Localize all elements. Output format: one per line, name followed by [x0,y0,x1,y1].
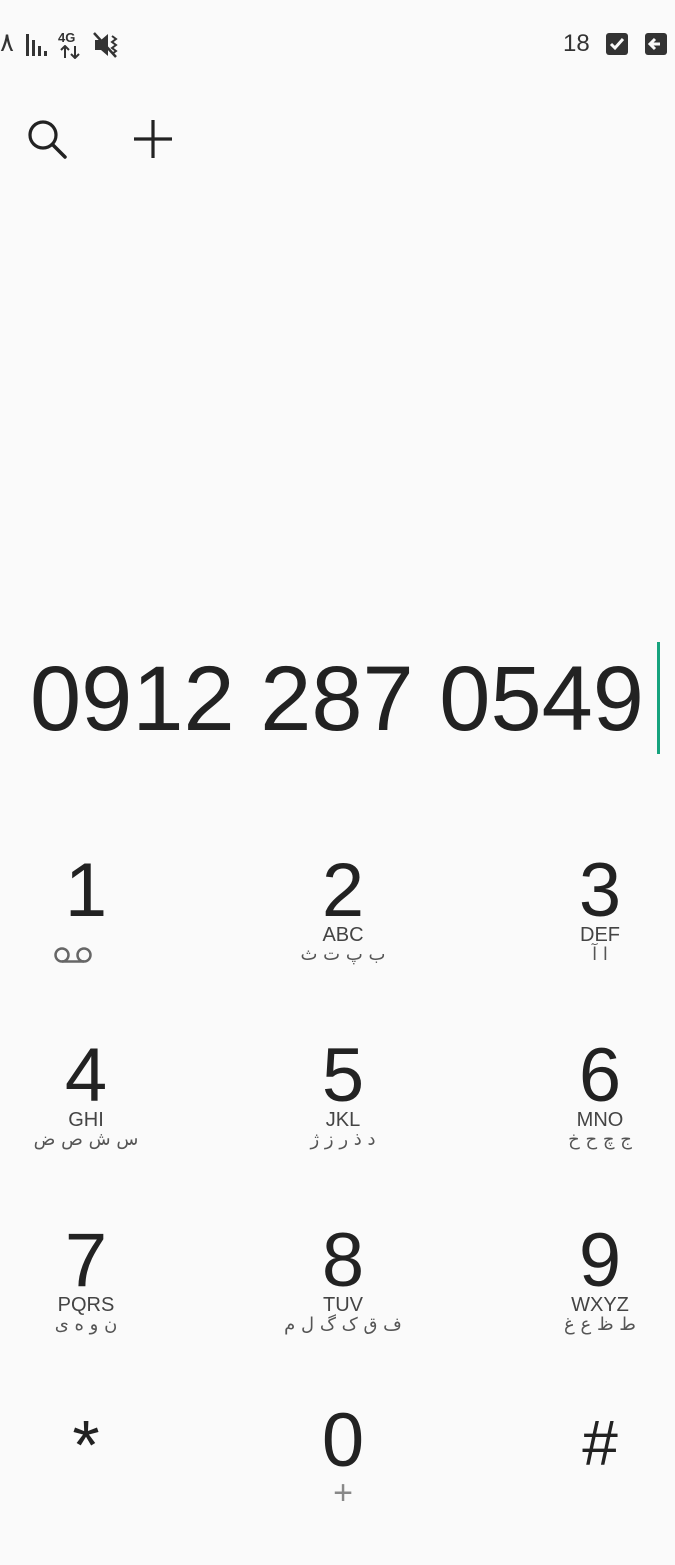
key-9[interactable]: 9 WXYZ ط ظ ع غ [500,1215,675,1385]
key-persian-letters: ط ظ ع غ [564,1314,636,1335]
checkbox-notification-icon [606,33,628,55]
key-digit: # [582,1407,618,1479]
key-3[interactable]: 3 DEF ا آ [500,845,675,1015]
battery-level: 18 [563,30,590,57]
key-persian-letters: س ش ص ض [33,1129,139,1150]
data-arrows-icon [60,45,80,59]
status-time: ٨ [0,28,14,58]
key-persian-letters: د ذ ر ز ژ [310,1129,376,1150]
mobile-data-icon: 4G [58,30,84,60]
key-0[interactable]: 0 + [243,1395,443,1565]
status-bar: ٨ 4G 18 [0,0,675,90]
key-8[interactable]: 8 TUV ف ق ک گ ل م [243,1215,443,1385]
plus-icon [134,120,172,158]
search-icon [28,120,67,159]
key-persian-letters: ا آ [592,944,608,965]
key-persian-letters: ج چ ح خ [568,1129,632,1150]
key-persian-letters: ف ق ک گ ل م [284,1314,402,1335]
vibrate-mute-icon [93,32,118,58]
network-type-label: 4G [58,30,76,45]
dial-keypad: 1 2 ABC ب پ ت ث 3 DEF ا آ 4 GHI س ش ص ض … [0,845,675,1512]
key-persian-letters: ب پ ت ث [300,944,386,965]
key-digit: * [72,1406,100,1484]
key-digit: 1 [64,848,108,933]
voicemail-icon [54,947,92,963]
dialed-number: 0912 287 0549 [30,648,644,750]
exit-notification-icon [645,33,667,55]
add-contact-button[interactable] [128,114,178,164]
key-5[interactable]: 5 JKL د ذ ر ز ژ [243,1030,443,1200]
key-persian-letters: ن و ه ی [54,1314,118,1335]
key-plus-symbol: + [333,1474,353,1512]
dialed-number-field[interactable]: 0912 287 0549 [0,636,675,756]
key-6[interactable]: 6 MNO ج چ ح خ [500,1030,675,1200]
text-cursor [657,642,660,754]
key-4[interactable]: 4 GHI س ش ص ض [0,1030,186,1200]
key-7[interactable]: 7 PQRS ن و ه ی [0,1215,186,1385]
key-star[interactable]: * [0,1395,186,1565]
signal-strength-icon [26,34,47,56]
search-button[interactable] [22,114,72,164]
key-1[interactable]: 1 [0,845,186,1015]
key-2[interactable]: 2 ABC ب پ ت ث [243,845,443,1015]
key-hash[interactable]: # [500,1395,675,1565]
